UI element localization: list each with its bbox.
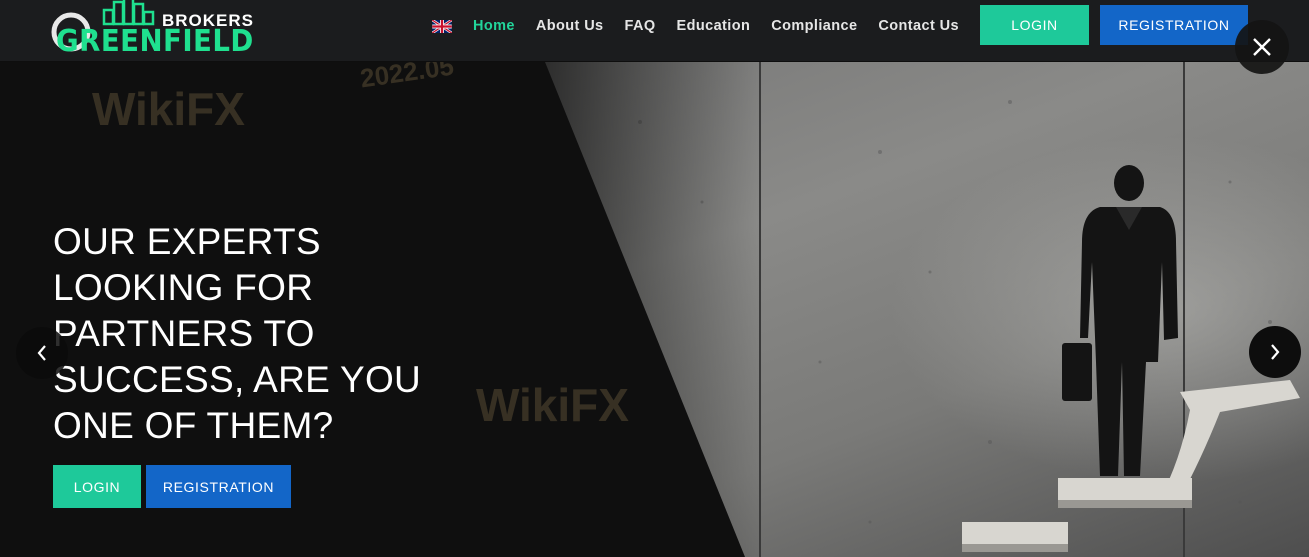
headline-line-5: ONE OF THEM? — [53, 405, 334, 446]
headline-line-4: SUCCESS, ARE YOU — [53, 359, 422, 400]
site-header: BROKERS GREENFIELD Home About Us FAQ Edu… — [0, 0, 1309, 62]
chevron-left-icon — [37, 345, 46, 361]
nav-faq[interactable]: FAQ — [625, 18, 656, 34]
hero-slider: WikiFX 2022.05 WikiFX OUR EXPERTS LOOKIN… — [0, 62, 1309, 557]
watermark-text-2: WikiFX — [476, 379, 629, 431]
hero-headline: OUR EXPERTS LOOKING FOR PARTNERS TO SUCC… — [53, 219, 453, 449]
close-button[interactable] — [1235, 20, 1289, 74]
uk-flag-icon[interactable] — [431, 18, 453, 34]
watermark-text: WikiFX — [92, 83, 245, 135]
header-login-button[interactable]: LOGIN — [980, 5, 1089, 45]
nav-contact-us[interactable]: Contact Us — [878, 18, 959, 34]
nav-compliance[interactable]: Compliance — [771, 18, 857, 34]
chevron-right-icon — [1271, 344, 1280, 360]
header-registration-button[interactable]: REGISTRATION — [1100, 5, 1248, 45]
main-nav: Home About Us FAQ Education Compliance C… — [431, 17, 980, 35]
slider-next-button[interactable] — [1249, 326, 1301, 378]
logo-greenfield-text: GREENFIELD — [56, 24, 254, 59]
nav-about-us[interactable]: About Us — [536, 18, 604, 34]
nav-education[interactable]: Education — [677, 18, 751, 34]
headline-line-2: LOOKING FOR — [53, 267, 314, 308]
headline-line-3: PARTNERS TO — [53, 313, 315, 354]
slider-prev-button[interactable] — [16, 327, 68, 379]
headline-line-1: OUR EXPERTS — [53, 221, 321, 262]
hero-login-button[interactable]: LOGIN — [53, 465, 141, 508]
nav-home[interactable]: Home — [473, 18, 515, 34]
greenfield-brokers-logo[interactable]: BROKERS GREENFIELD — [50, 0, 265, 59]
close-icon — [1253, 38, 1271, 56]
hero-registration-button[interactable]: REGISTRATION — [146, 465, 291, 508]
